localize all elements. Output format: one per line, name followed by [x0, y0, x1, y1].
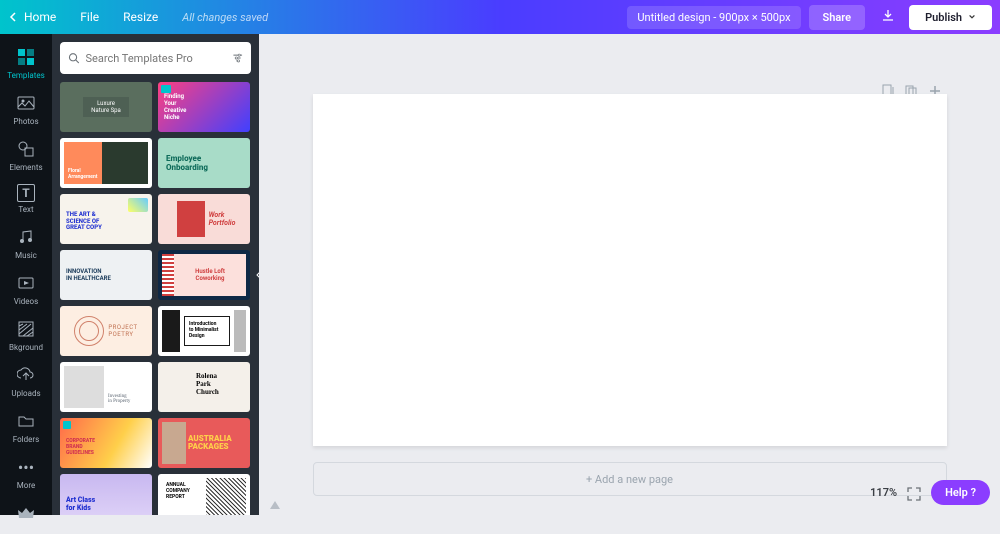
- filter-icon[interactable]: [232, 51, 244, 65]
- rail-music[interactable]: Music: [0, 220, 52, 266]
- bkground-icon: [15, 318, 37, 340]
- search-bar[interactable]: [60, 42, 251, 74]
- rail-pro[interactable]: [0, 496, 52, 534]
- uploads-icon: [15, 364, 37, 386]
- template-card[interactable]: Investing in Property: [60, 362, 152, 412]
- videos-icon: [15, 272, 37, 294]
- topbar: Home File Resize All changes saved Untit…: [0, 0, 1000, 34]
- template-card[interactable]: CORPORATE BRAND GUIDELINES: [60, 418, 152, 468]
- chevron-down-icon: [968, 13, 976, 21]
- templates-icon: [15, 46, 37, 68]
- canvas-page[interactable]: [313, 94, 947, 446]
- rail-photos[interactable]: Photos: [0, 86, 52, 132]
- resize-menu[interactable]: Resize: [111, 10, 170, 24]
- templates-grid: Luxure Nature Spa Finding Your Creative …: [60, 82, 251, 515]
- zoom-level[interactable]: 117%: [870, 486, 897, 499]
- template-card[interactable]: Work Portfolio: [158, 194, 250, 244]
- home-label: Home: [24, 10, 56, 24]
- more-icon: •••: [15, 456, 37, 478]
- search-icon: [68, 51, 80, 65]
- search-input[interactable]: [86, 52, 226, 65]
- rail-bkground[interactable]: Bkground: [0, 312, 52, 358]
- rail-elements[interactable]: Elements: [0, 132, 52, 178]
- share-button[interactable]: Share: [809, 5, 866, 30]
- template-card[interactable]: Floral Arrangement: [60, 138, 152, 188]
- play-badge-icon: [161, 85, 171, 93]
- rail-templates[interactable]: Templates: [0, 40, 52, 86]
- canvas-area: + Add a new page 117% Help ?: [259, 34, 1000, 515]
- template-card[interactable]: ANNUAL COMPANY REPORT: [158, 474, 250, 515]
- crown-icon: [15, 502, 37, 524]
- music-icon: [15, 226, 37, 248]
- help-button[interactable]: Help ?: [931, 480, 990, 505]
- rail-videos[interactable]: Videos: [0, 266, 52, 312]
- chevron-left-icon: [8, 12, 18, 22]
- template-card[interactable]: Introduction to Minimalist Design: [158, 306, 250, 356]
- elements-icon: [15, 138, 37, 160]
- photos-icon: [15, 92, 37, 114]
- template-card[interactable]: THE ART & SCIENCE OF GREAT COPY: [60, 194, 152, 244]
- home-button[interactable]: Home: [0, 10, 68, 24]
- templates-panel: Luxure Nature Spa Finding Your Creative …: [52, 34, 259, 515]
- document-title[interactable]: Untitled design - 900px × 500px: [627, 6, 800, 29]
- folders-icon: [15, 410, 37, 432]
- template-card[interactable]: Hustle Loft Coworking: [158, 250, 250, 300]
- template-card[interactable]: PROJECT POETRY: [60, 306, 152, 356]
- side-rail: Templates Photos Elements T Text Music V…: [0, 34, 52, 515]
- fullscreen-button[interactable]: [907, 486, 921, 500]
- publish-label: Publish: [925, 11, 962, 24]
- template-card[interactable]: Art Class for Kids: [60, 474, 152, 515]
- template-card[interactable]: AUSTRALIA PACKAGES: [158, 418, 250, 468]
- file-menu[interactable]: File: [68, 10, 111, 24]
- template-card[interactable]: Luxure Nature Spa: [60, 82, 152, 132]
- rail-text[interactable]: T Text: [0, 178, 52, 220]
- rail-folders[interactable]: Folders: [0, 404, 52, 450]
- add-page-bar[interactable]: + Add a new page: [313, 462, 947, 496]
- chevron-left-icon: [256, 270, 259, 280]
- rail-uploads[interactable]: Uploads: [0, 358, 52, 404]
- text-icon: T: [17, 184, 35, 202]
- panel-collapse-handle[interactable]: [252, 245, 259, 305]
- template-card[interactable]: Employee Onboarding: [158, 138, 250, 188]
- notes-button[interactable]: [269, 497, 281, 509]
- publish-button[interactable]: Publish: [909, 5, 992, 30]
- template-card[interactable]: INNOVATION IN HEALTHCARE: [60, 250, 152, 300]
- template-card[interactable]: Rolena Park Church: [158, 362, 250, 412]
- save-status: All changes saved: [170, 11, 280, 24]
- download-icon: [881, 9, 895, 23]
- rail-more[interactable]: ••• More: [0, 450, 52, 496]
- template-card[interactable]: Finding Your Creative Niche: [158, 82, 250, 132]
- download-button[interactable]: [871, 3, 905, 32]
